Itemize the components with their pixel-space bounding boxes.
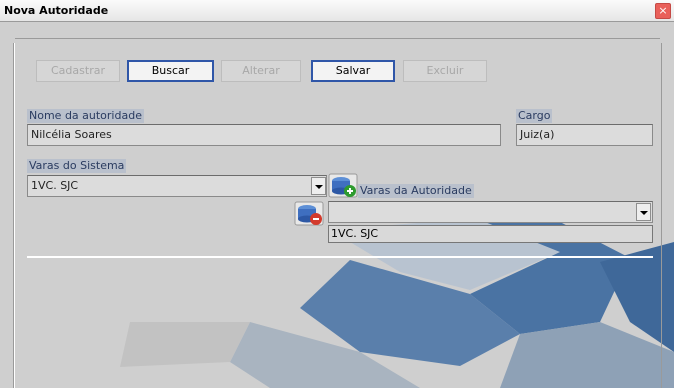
salvar-button[interactable]: Salvar bbox=[311, 60, 395, 82]
remove-vara-icon[interactable] bbox=[294, 200, 324, 226]
dialog-window: Nova Autoridade × Cadastrar Buscar Alter… bbox=[0, 0, 674, 388]
varas-autoridade-label: Varas da Autoridade bbox=[358, 184, 474, 198]
separator-line bbox=[27, 256, 653, 258]
frame-top-line bbox=[15, 38, 660, 39]
cargo-input[interactable]: Juiz(a) bbox=[516, 124, 653, 146]
buscar-button[interactable]: Buscar bbox=[127, 60, 214, 82]
list-item[interactable]: 1VC. SJC bbox=[331, 227, 378, 241]
varas-autoridade-dropdown-icon[interactable] bbox=[636, 203, 651, 221]
close-icon[interactable]: × bbox=[655, 3, 671, 19]
alterar-button[interactable]: Alterar bbox=[221, 60, 301, 82]
title-bar: Nova Autoridade × bbox=[0, 0, 674, 22]
nome-label: Nome da autoridade bbox=[27, 109, 144, 123]
window-title: Nova Autoridade bbox=[4, 4, 109, 17]
varas-autoridade-select[interactable] bbox=[328, 201, 653, 223]
cadastrar-button[interactable]: Cadastrar bbox=[36, 60, 120, 82]
varas-autoridade-list[interactable]: 1VC. SJC bbox=[328, 225, 653, 243]
frame-right-line bbox=[661, 43, 662, 388]
excluir-button[interactable]: Excluir bbox=[403, 60, 487, 82]
dialog-body: Cadastrar Buscar Alterar Salvar Excluir … bbox=[0, 22, 674, 388]
varas-sistema-label: Varas do Sistema bbox=[27, 159, 127, 173]
frame-left-highlight bbox=[14, 43, 15, 388]
varas-sistema-select[interactable]: 1VC. SJC bbox=[27, 175, 327, 197]
cargo-label: Cargo bbox=[516, 109, 553, 123]
nome-input[interactable]: Nilcélia Soares bbox=[27, 124, 501, 146]
varas-sistema-dropdown-icon[interactable] bbox=[311, 177, 326, 195]
add-vara-icon[interactable] bbox=[328, 172, 358, 198]
